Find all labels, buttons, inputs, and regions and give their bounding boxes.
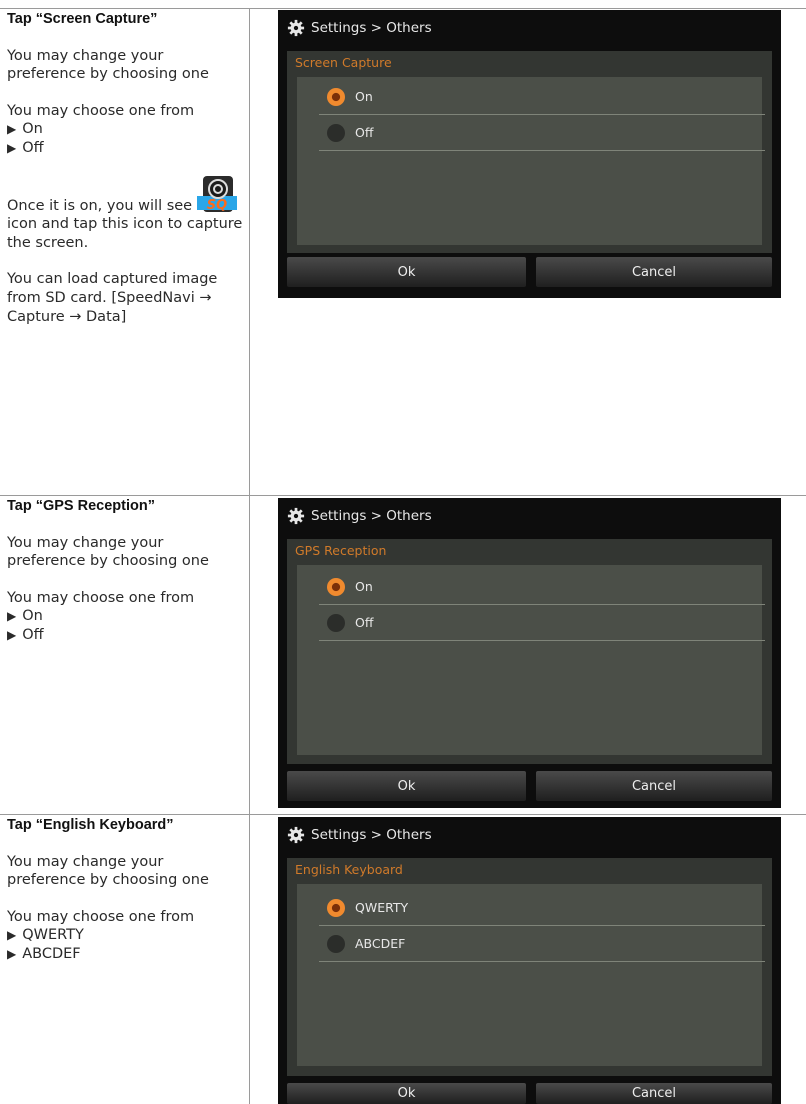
- option-label: ABCDEF: [22, 945, 81, 962]
- panel-label: Screen Capture: [295, 55, 392, 70]
- device-header: Settings > Others: [278, 817, 781, 853]
- instruction-choose-text: You may choose one from: [7, 589, 195, 606]
- radio-selected-icon: [327, 898, 345, 917]
- instruction-title: Tap “GPS Reception”: [7, 498, 155, 514]
- option-label: QWERTY: [22, 927, 84, 944]
- option-list: ▶ On ▶ Off: [7, 607, 245, 644]
- option-label: Off: [22, 626, 44, 643]
- radio-option-label: On: [355, 89, 373, 104]
- device-screen-screen-capture: Settings > Others Screen Capture On Off …: [278, 10, 781, 298]
- radio-option-off[interactable]: Off: [319, 115, 765, 151]
- capture-instructions-post: icon and tap this icon to capture the sc…: [7, 216, 243, 251]
- triangle-bullet-icon: ▶: [7, 609, 17, 624]
- table-row-divider: [0, 495, 806, 496]
- radio-selected-icon: [327, 87, 345, 106]
- radio-option-off[interactable]: Off: [319, 605, 765, 641]
- instruction-choose-text: You may choose one from: [7, 908, 195, 925]
- device-screen-gps-reception: Settings > Others GPS Reception On Off O…: [278, 498, 781, 808]
- device-header-title: Settings > Others: [311, 20, 432, 36]
- table-column-divider: [249, 8, 250, 1104]
- device-header-title: Settings > Others: [311, 508, 432, 524]
- radio-group: On Off: [297, 77, 765, 245]
- instruction-description: You may change your preference by choosi…: [7, 534, 209, 570]
- instruction-cell-english-keyboard: Tap “English Keyboard” You may change yo…: [7, 816, 245, 964]
- radio-option-label: QWERTY: [355, 900, 409, 915]
- settings-panel: English Keyboard QWERTY ABCDEF: [287, 858, 772, 1076]
- list-item: ▶ On: [7, 120, 245, 139]
- triangle-bullet-icon: ▶: [7, 140, 17, 155]
- cancel-button[interactable]: Cancel: [536, 771, 772, 801]
- gear-icon: [287, 826, 305, 844]
- instruction-cell-gps-reception: Tap “GPS Reception” You may change your …: [7, 497, 245, 645]
- settings-panel: Screen Capture On Off: [287, 51, 772, 253]
- gear-icon: [287, 19, 305, 37]
- triangle-bullet-icon: ▶: [7, 122, 17, 137]
- radio-unselected-icon: [327, 613, 345, 632]
- radio-option-qwerty[interactable]: QWERTY: [319, 890, 765, 926]
- radio-group: QWERTY ABCDEF: [297, 884, 765, 1066]
- load-captured-text: You can load captured image from SD card…: [7, 271, 218, 325]
- option-list: ▶ QWERTY ▶ ABCDEF: [7, 926, 245, 963]
- panel-label: English Keyboard: [295, 862, 403, 877]
- cancel-button[interactable]: Cancel: [536, 257, 772, 287]
- table-row-divider: [0, 814, 806, 815]
- gear-icon: [287, 507, 305, 525]
- radio-unselected-icon: [327, 123, 345, 142]
- radio-unselected-icon: [327, 934, 345, 953]
- triangle-bullet-icon: ▶: [7, 627, 17, 642]
- instruction-title: Tap “Screen Capture”: [7, 11, 158, 27]
- option-label: Off: [22, 139, 44, 156]
- sq-icon-text: SQ: [207, 198, 227, 213]
- capture-instructions-pre: Once it is on, you will see: [7, 197, 193, 214]
- radio-option-label: Off: [355, 125, 374, 140]
- radio-option-label: Off: [355, 615, 374, 630]
- ok-button[interactable]: Ok: [287, 257, 526, 287]
- radio-option-label: ABCDEF: [355, 936, 406, 951]
- option-label: On: [22, 121, 43, 138]
- settings-panel: GPS Reception On Off: [287, 539, 772, 764]
- ok-button[interactable]: Ok: [287, 771, 526, 801]
- radio-option-abcdef[interactable]: ABCDEF: [319, 926, 765, 962]
- device-screen-english-keyboard: Settings > Others English Keyboard QWERT…: [278, 817, 781, 1104]
- panel-label: GPS Reception: [295, 543, 387, 558]
- instruction-cell-screen-capture: Tap “Screen Capture” You may change your…: [7, 10, 245, 344]
- radio-option-label: On: [355, 579, 373, 594]
- cancel-button[interactable]: Cancel: [536, 1083, 772, 1104]
- table-top-border: [0, 8, 806, 9]
- radio-option-on[interactable]: On: [319, 79, 765, 115]
- radio-option-on[interactable]: On: [319, 569, 765, 605]
- instruction-choose-text: You may choose one from: [7, 102, 195, 119]
- option-label: On: [22, 608, 43, 625]
- option-list: ▶ On ▶ Off: [7, 120, 245, 157]
- list-item: ▶ QWERTY: [7, 926, 245, 945]
- triangle-bullet-icon: ▶: [7, 928, 17, 943]
- list-item: ▶ ABCDEF: [7, 945, 245, 964]
- device-header: Settings > Others: [278, 10, 781, 46]
- list-item: ▶ Off: [7, 139, 245, 158]
- screen-capture-camera-icon: SQ: [196, 175, 237, 213]
- instruction-title: Tap “English Keyboard”: [7, 817, 174, 833]
- instruction-description: You may change your preference by choosi…: [7, 47, 209, 83]
- device-header: Settings > Others: [278, 498, 781, 534]
- capture-instructions: Once it is on, you will see SQ icon and …: [7, 175, 245, 253]
- device-header-title: Settings > Others: [311, 827, 432, 843]
- list-item: ▶ On: [7, 607, 245, 626]
- radio-group: On Off: [297, 565, 765, 755]
- list-item: ▶ Off: [7, 626, 245, 645]
- radio-selected-icon: [327, 577, 345, 596]
- triangle-bullet-icon: ▶: [7, 946, 17, 961]
- ok-button[interactable]: Ok: [287, 1083, 526, 1104]
- instruction-description: You may change your preference by choosi…: [7, 853, 209, 889]
